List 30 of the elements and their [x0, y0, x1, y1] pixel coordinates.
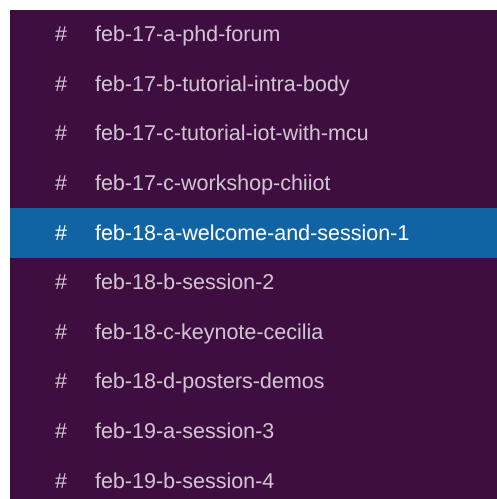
channel-name: feb-17-c-tutorial-iot-with-mcu — [95, 121, 369, 146]
channel-item[interactable]: # feb-17-a-phd-forum — [10, 10, 497, 60]
channel-item[interactable]: # feb-18-d-posters-demos — [10, 357, 497, 407]
channel-hash-icon: # — [10, 121, 95, 146]
channel-name: feb-17-b-tutorial-intra-body — [95, 72, 350, 97]
channel-item[interactable]: # feb-17-c-workshop-chiiot — [10, 158, 497, 208]
channel-name: feb-18-b-session-2 — [95, 270, 274, 296]
channel-hash-icon: # — [10, 22, 95, 48]
channel-name: feb-19-b-session-4 — [95, 468, 274, 494]
channel-hash-icon: # — [10, 419, 95, 444]
channel-hash-icon: # — [10, 369, 95, 394]
channel-item[interactable]: # feb-18-b-session-2 — [10, 258, 497, 308]
channel-name: feb-17-c-workshop-chiiot — [95, 171, 330, 196]
channel-name: feb-18-a-welcome-and-session-1 — [95, 220, 410, 246]
channel-item[interactable]: # feb-19-b-session-4 — [10, 456, 497, 499]
channel-hash-icon: # — [10, 171, 95, 196]
channel-name: feb-19-a-session-3 — [95, 419, 274, 444]
channel-item[interactable]: # feb-17-c-tutorial-iot-with-mcu — [10, 109, 497, 159]
channel-name: feb-17-a-phd-forum — [95, 22, 280, 48]
channel-hash-icon: # — [10, 320, 95, 345]
channel-hash-icon: # — [10, 468, 95, 494]
channel-item[interactable]: # feb-17-b-tutorial-intra-body — [10, 60, 497, 110]
channel-name: feb-18-d-posters-demos — [95, 369, 324, 394]
channel-hash-icon: # — [10, 220, 95, 246]
channel-item[interactable]: # feb-18-a-welcome-and-session-1 — [10, 208, 497, 258]
channel-hash-icon: # — [10, 72, 95, 97]
channel-hash-icon: # — [10, 270, 95, 296]
channel-item[interactable]: # feb-18-c-keynote-cecilia — [10, 308, 497, 358]
channel-item[interactable]: # feb-19-a-session-3 — [10, 406, 497, 456]
channel-name: feb-18-c-keynote-cecilia — [95, 320, 324, 345]
